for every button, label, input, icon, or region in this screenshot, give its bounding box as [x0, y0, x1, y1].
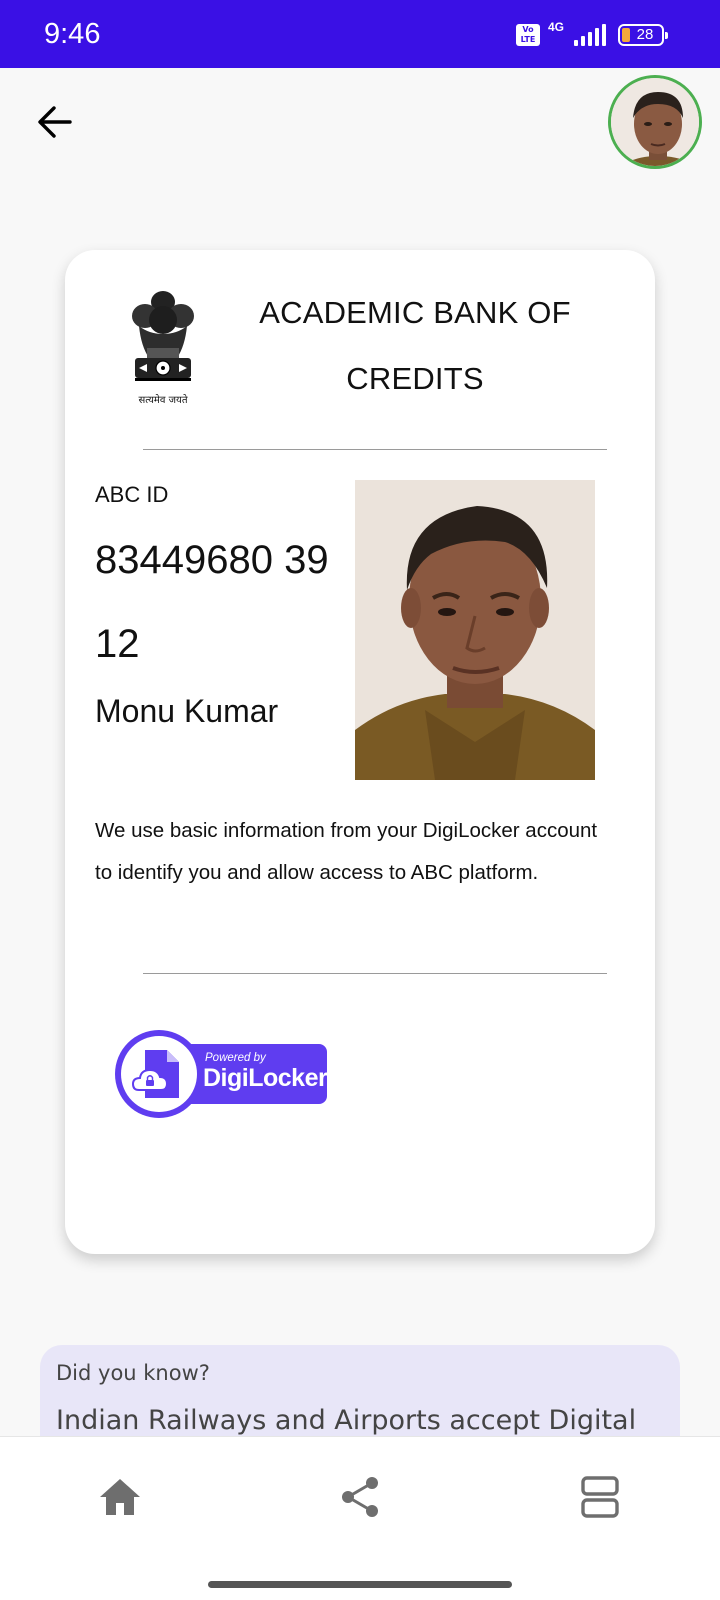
nav-home-button[interactable]	[88, 1465, 152, 1529]
nav-documents-button[interactable]	[568, 1465, 632, 1529]
network-type: 4G	[548, 20, 565, 34]
abc-id-card: सत्यमेव जयते ACADEMIC BANK OF CREDITS AB…	[65, 250, 655, 1254]
signal-icon: 4G	[548, 20, 606, 46]
nav-share-button[interactable]	[328, 1465, 392, 1529]
battery-icon: 28	[618, 24, 668, 46]
volte-icon: Vo LTE	[516, 24, 540, 46]
did-you-know-title: Did you know?	[56, 1361, 210, 1385]
profile-photo	[611, 78, 699, 166]
abc-id-label: ABC ID	[95, 482, 169, 507]
emblem-caption: सत्यमेव जयते	[138, 395, 188, 406]
powered-by-digilocker-badge: Powered by DigiLocker	[115, 1030, 328, 1118]
battery-level: 28	[636, 26, 654, 43]
status-icons: Vo LTE 4G 28	[516, 20, 668, 46]
holder-photo	[355, 480, 595, 780]
powered-by-label: Powered by	[205, 1052, 266, 1064]
divider	[143, 449, 607, 450]
status-time: 9:46	[44, 18, 101, 50]
digilocker-label: DigiLocker	[203, 1064, 328, 1092]
digilocker-logo-icon	[131, 1050, 179, 1098]
national-emblem: सत्यमेव जयते	[121, 286, 205, 410]
profile-avatar[interactable]	[608, 75, 702, 169]
home-indicator[interactable]	[208, 1581, 512, 1588]
status-bar: 9:46 Vo LTE 4G 28	[0, 0, 720, 68]
share-icon	[342, 1477, 378, 1517]
info-text: We use basic information from your DigiL…	[95, 819, 598, 884]
did-you-know-text: Indian Railways and Airports accept Digi…	[56, 1405, 637, 1436]
bottom-navigation	[0, 1436, 720, 1600]
home-icon	[100, 1479, 140, 1515]
holder-name: Monu Kumar	[95, 693, 279, 729]
divider	[143, 973, 607, 974]
card-title: ACADEMIC BANK OF CREDITS	[259, 295, 571, 396]
back-button[interactable]	[34, 100, 78, 144]
arrow-left-icon	[38, 106, 72, 138]
abc-id-value: 83449680 3912	[95, 538, 329, 666]
portrait-photo	[355, 480, 595, 780]
documents-icon	[581, 1476, 619, 1518]
